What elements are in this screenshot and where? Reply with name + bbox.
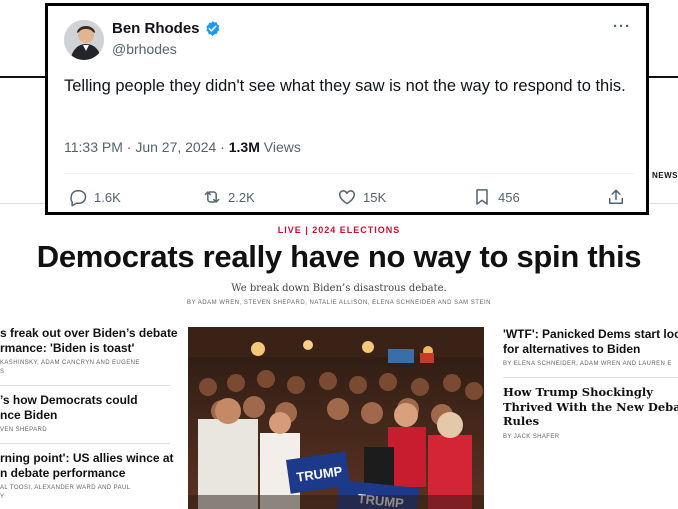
- list-item[interactable]: s freak out over Biden’s debate rmance: …: [0, 326, 178, 386]
- tweet-text: Telling people they didn't see what they…: [64, 77, 626, 95]
- bookmark-count: 456: [498, 189, 520, 205]
- headline-dek: We break down Biden’s disastrous debate.: [231, 283, 447, 294]
- repost-icon: [204, 191, 220, 203]
- heart-icon: [338, 190, 356, 205]
- story-headline-line[interactable]: Thrived With the New Deba: [503, 400, 678, 415]
- list-item[interactable]: How Trump Shockingly Thrived With the Ne…: [503, 385, 678, 442]
- share-icon: [609, 189, 623, 204]
- debate-watch-party-photo[interactable]: TRUMP TRUMP: [188, 327, 484, 509]
- story-headline-line[interactable]: rmance: 'Biden is toast': [0, 341, 170, 356]
- story-headline-line[interactable]: nce Biden: [0, 408, 170, 423]
- tweet-card[interactable]: Ben Rhodes @brhodes ··· Telling people t…: [45, 3, 649, 215]
- story-headline-line[interactable]: n debate performance: [0, 466, 170, 481]
- reply-button[interactable]: 1.6K: [68, 186, 121, 208]
- author-name[interactable]: Ben Rhodes: [112, 20, 200, 37]
- tweet-timestamp[interactable]: 11:33 PM · Jun 27, 2024 · 1.3M Views: [64, 139, 301, 155]
- story-headline-line[interactable]: ’s how Democrats could: [0, 393, 170, 408]
- story-headline-line[interactable]: Rules: [503, 414, 678, 429]
- divider: [0, 443, 170, 444]
- more-options-icon[interactable]: ···: [613, 18, 631, 35]
- repost-count: 2.2K: [228, 189, 255, 205]
- photo-illustration: TRUMP TRUMP: [188, 327, 484, 509]
- reply-count: 1.6K: [94, 189, 121, 205]
- story-headline-line[interactable]: 'WTF': Panicked Dems start look: [503, 327, 678, 342]
- divider: [64, 173, 634, 174]
- share-button[interactable]: [606, 186, 626, 208]
- views-label: Views: [259, 139, 301, 155]
- timestamp-text[interactable]: 11:33 PM · Jun 27, 2024 ·: [64, 139, 229, 155]
- avatar[interactable]: [64, 20, 104, 60]
- story-byline: BY JACK SHAFER: [503, 433, 560, 440]
- profile-photo-icon: [64, 20, 104, 60]
- divider: [0, 385, 170, 386]
- list-item[interactable]: ’s how Democrats could nce Biden VEN SHE…: [0, 393, 170, 444]
- bookmark-icon: [476, 189, 488, 205]
- bookmark-button[interactable]: 456: [472, 186, 520, 208]
- divider: [503, 377, 678, 378]
- story-byline: AL TOOSI, ALEXANDER WARD AND PAUL Y: [0, 485, 131, 500]
- like-count: 15K: [363, 189, 387, 205]
- story-byline: BY ELENA SCHNEIDER, ADAM WREN AND LAUREN…: [503, 361, 672, 367]
- verified-badge-icon: [206, 21, 220, 36]
- list-item[interactable]: 'WTF': Panicked Dems start look for alte…: [503, 327, 678, 378]
- list-item[interactable]: rning point': US allies wince at n debat…: [0, 451, 174, 502]
- main-headline[interactable]: Democrats really have no way to spin thi…: [0, 239, 678, 275]
- story-headline-line[interactable]: rning point': US allies wince at: [0, 451, 174, 466]
- story-headline-line[interactable]: for alternatives to Biden: [503, 342, 678, 357]
- headline-byline: BY ADAM WREN, STEVEN SHEPARD, NATALIE AL…: [187, 300, 491, 306]
- right-story-column: 'WTF': Panicked Dems start look for alte…: [503, 327, 678, 442]
- author-handle[interactable]: @brhodes: [112, 41, 177, 57]
- like-button[interactable]: 15K: [337, 186, 386, 208]
- repost-button[interactable]: 2.2K: [202, 186, 255, 208]
- story-byline: KASHINSKY, ADAM CANCRYN AND EUGENE S: [0, 360, 140, 375]
- story-byline: VEN SHEPARD: [0, 427, 47, 433]
- views-count: 1.3M: [228, 139, 260, 155]
- story-headline-line[interactable]: How Trump Shockingly: [503, 385, 678, 400]
- nav-news-label[interactable]: NEWS: [652, 171, 678, 180]
- live-kicker[interactable]: LIVE | 2024 ELECTIONS: [0, 225, 678, 235]
- reply-icon: [70, 190, 87, 207]
- story-headline-line[interactable]: s freak out over Biden’s debate: [0, 326, 178, 341]
- left-story-column: s freak out over Biden’s debate rmance: …: [0, 326, 178, 502]
